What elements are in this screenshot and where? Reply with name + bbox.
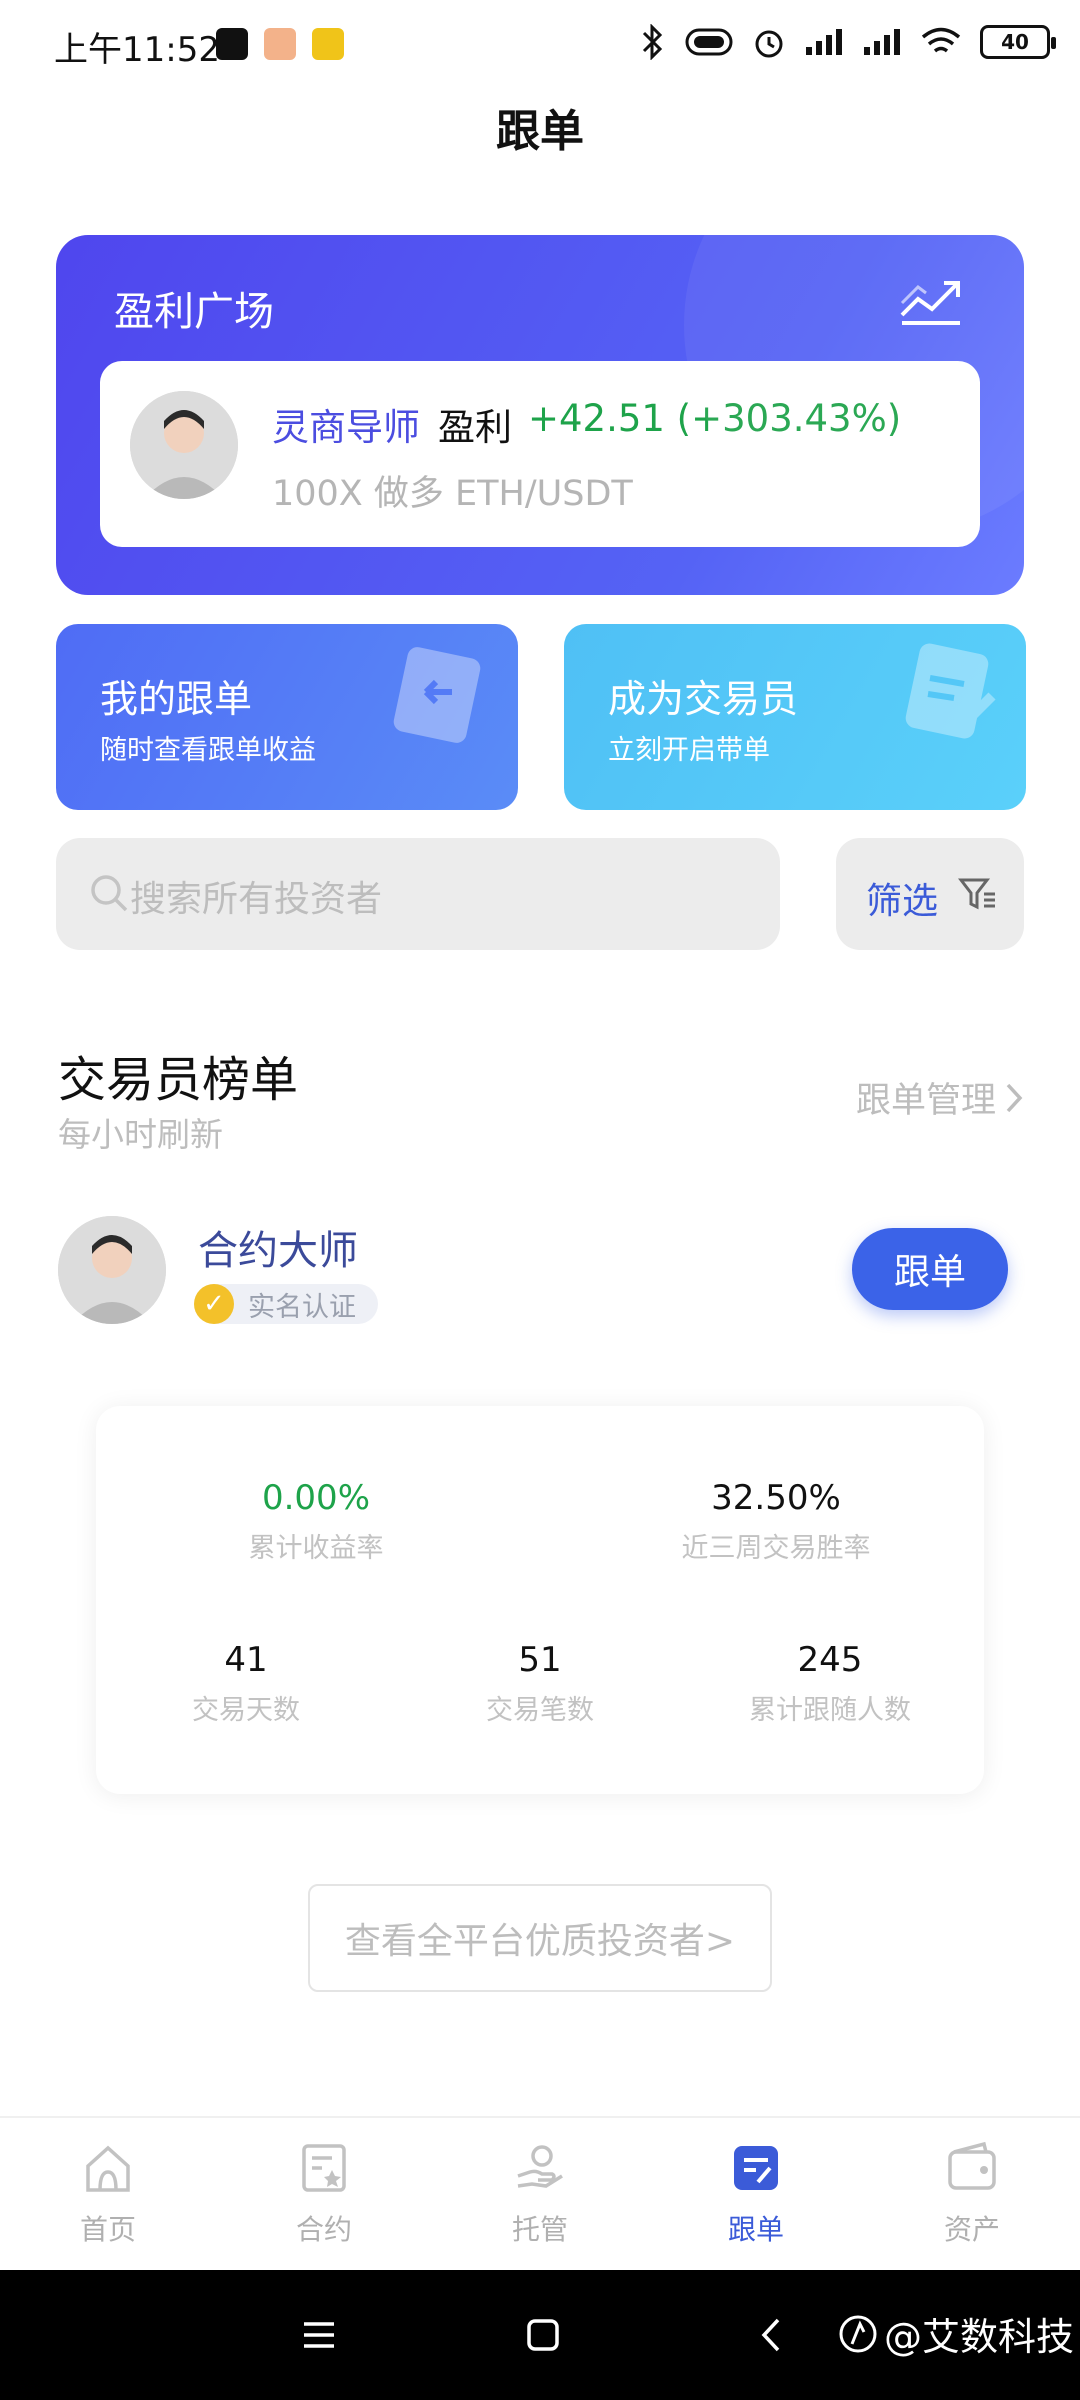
stat-trades: 51 交易笔数: [430, 1640, 650, 1727]
nav-item-assets[interactable]: 资产: [912, 2140, 1032, 2248]
status-time: 上午11:52: [54, 30, 220, 70]
win-rate-label: 近三周交易胜率: [681, 1533, 871, 1564]
filter-button[interactable]: 筛选: [836, 838, 1024, 950]
trend-chart-icon[interactable]: [896, 271, 966, 331]
trading-days-label: 交易天数: [192, 1695, 300, 1726]
watermark-logo-icon: [839, 2315, 877, 2352]
bottom-nav: 首页 合约 托管 跟单 资产: [0, 2116, 1080, 2270]
profit-value: +42.51 (+303.43%): [528, 397, 902, 440]
nav-item-custody[interactable]: 托管: [480, 2140, 600, 2248]
signal-icon-2: [864, 29, 900, 55]
nav-item-copy-trade[interactable]: 跟单: [696, 2140, 816, 2248]
wifi-icon: [921, 27, 961, 53]
my-follow-subtitle: 随时查看跟单收益: [100, 735, 316, 766]
battery-icon: 40: [980, 25, 1056, 59]
trades-value: 51: [518, 1640, 562, 1680]
nav-label-assets: 资产: [943, 2213, 1000, 2246]
my-follow-title: 我的跟单: [100, 677, 253, 721]
trader-name[interactable]: 合约大师: [198, 1218, 358, 1276]
wallet-icon: [948, 2141, 996, 2190]
search-input[interactable]: 搜索所有投资者: [56, 838, 780, 950]
vibrate-icon: [685, 28, 733, 56]
follow-button[interactable]: 跟单: [852, 1228, 1008, 1310]
signal-icon: [806, 29, 842, 55]
trader-avatar[interactable]: [58, 1216, 166, 1324]
app-notification-icon-2: [312, 28, 344, 60]
home-icon: [86, 2145, 130, 2192]
win-rate-value: 32.50%: [711, 1478, 841, 1518]
profit-card[interactable]: 灵商导师 盈利 +42.51 (+303.43%) 100X 做多 ETH/US…: [100, 361, 980, 547]
filter-icon: [958, 878, 995, 910]
nav-label-custody: 托管: [511, 2213, 568, 2246]
profit-label: 盈利: [438, 406, 512, 449]
app-notification-icon: [264, 28, 296, 60]
stat-followers: 245 累计跟随人数: [720, 1640, 940, 1727]
status-bar: 上午11:52 40: [0, 0, 1080, 90]
leaderboard-subtitle: 每小时刷新: [58, 1115, 223, 1154]
verified-label: 实名认证: [248, 1291, 356, 1323]
search-placeholder: 搜索所有投资者: [130, 879, 383, 920]
cumulative-return-label: 累计收益率: [248, 1533, 384, 1564]
verified-badge: ✓ 实名认证: [194, 1284, 378, 1324]
home-square-icon[interactable]: [520, 2312, 566, 2358]
filter-label: 筛选: [866, 881, 939, 922]
become-trader-card[interactable]: 成为交易员 立刻开启带单: [564, 624, 1026, 810]
view-all-investors-button[interactable]: 查看全平台优质投资者>: [308, 1884, 772, 1992]
nav-item-contract[interactable]: 合约: [264, 2140, 384, 2248]
check-icon: ✓: [194, 1284, 234, 1324]
cumulative-return-value: 0.00%: [261, 1478, 370, 1518]
mentor-name: 灵商导师: [272, 406, 420, 449]
nav-label-home: 首页: [79, 2213, 136, 2246]
stat-trading-days: 41 交易天数: [136, 1640, 356, 1727]
stat-cumulative-return: 0.00% 累计收益率: [166, 1478, 466, 1565]
menu-icon[interactable]: [296, 2312, 342, 2358]
tiktok-icon: [216, 28, 248, 60]
nav-item-home[interactable]: 首页: [48, 2140, 168, 2248]
watermark-text: @艾数科技: [884, 2315, 1075, 2359]
nav-label-contract: 合约: [295, 2213, 352, 2246]
profit-plaza[interactable]: 盈利广场 灵商导师 盈利 +42.51 (+303.43%) 100X 做多 E…: [56, 235, 1024, 595]
position-info: 100X 做多 ETH/USDT: [272, 474, 633, 514]
system-nav-bar: @艾数科技: [0, 2270, 1080, 2400]
followers-label: 累计跟随人数: [749, 1695, 911, 1726]
contract-icon: [302, 2144, 346, 2192]
document-pen-icon: [905, 643, 996, 739]
chevron-right-icon: [1006, 1083, 1023, 1112]
nav-label-copy-trade: 跟单: [727, 2213, 784, 2246]
leaderboard-title: 交易员榜单: [58, 1052, 299, 1108]
trades-label: 交易笔数: [486, 1695, 594, 1726]
plaza-title: 盈利广场: [114, 289, 274, 335]
search-icon: [91, 875, 128, 912]
battery-level: 40: [1001, 30, 1029, 54]
become-trader-subtitle: 立刻开启带单: [608, 735, 770, 766]
status-icons: 40: [638, 24, 1056, 60]
avatar: [130, 391, 238, 499]
followers-value: 245: [797, 1640, 863, 1680]
my-follow-card[interactable]: 我的跟单 随时查看跟单收益: [56, 624, 518, 810]
trader-stats-card: 0.00% 累计收益率 32.50% 近三周交易胜率 41 交易天数 51 交易…: [96, 1406, 984, 1794]
stat-win-rate: 32.50% 近三周交易胜率: [626, 1478, 926, 1565]
trading-days-value: 41: [224, 1640, 268, 1680]
watermark: @艾数科技: [838, 2306, 1074, 2361]
follow-management-label: 跟单管理: [855, 1081, 996, 1121]
clipboard-icon: [393, 647, 481, 743]
become-trader-title: 成为交易员: [608, 677, 799, 721]
custody-icon: [517, 2145, 563, 2188]
bluetooth-icon: [642, 24, 663, 60]
page-title: 跟单: [496, 106, 584, 157]
alarm-icon: [755, 30, 783, 58]
copy-trade-icon: [734, 2146, 778, 2190]
back-icon[interactable]: [748, 2312, 794, 2358]
follow-management-link[interactable]: 跟单管理: [856, 1072, 1024, 1123]
